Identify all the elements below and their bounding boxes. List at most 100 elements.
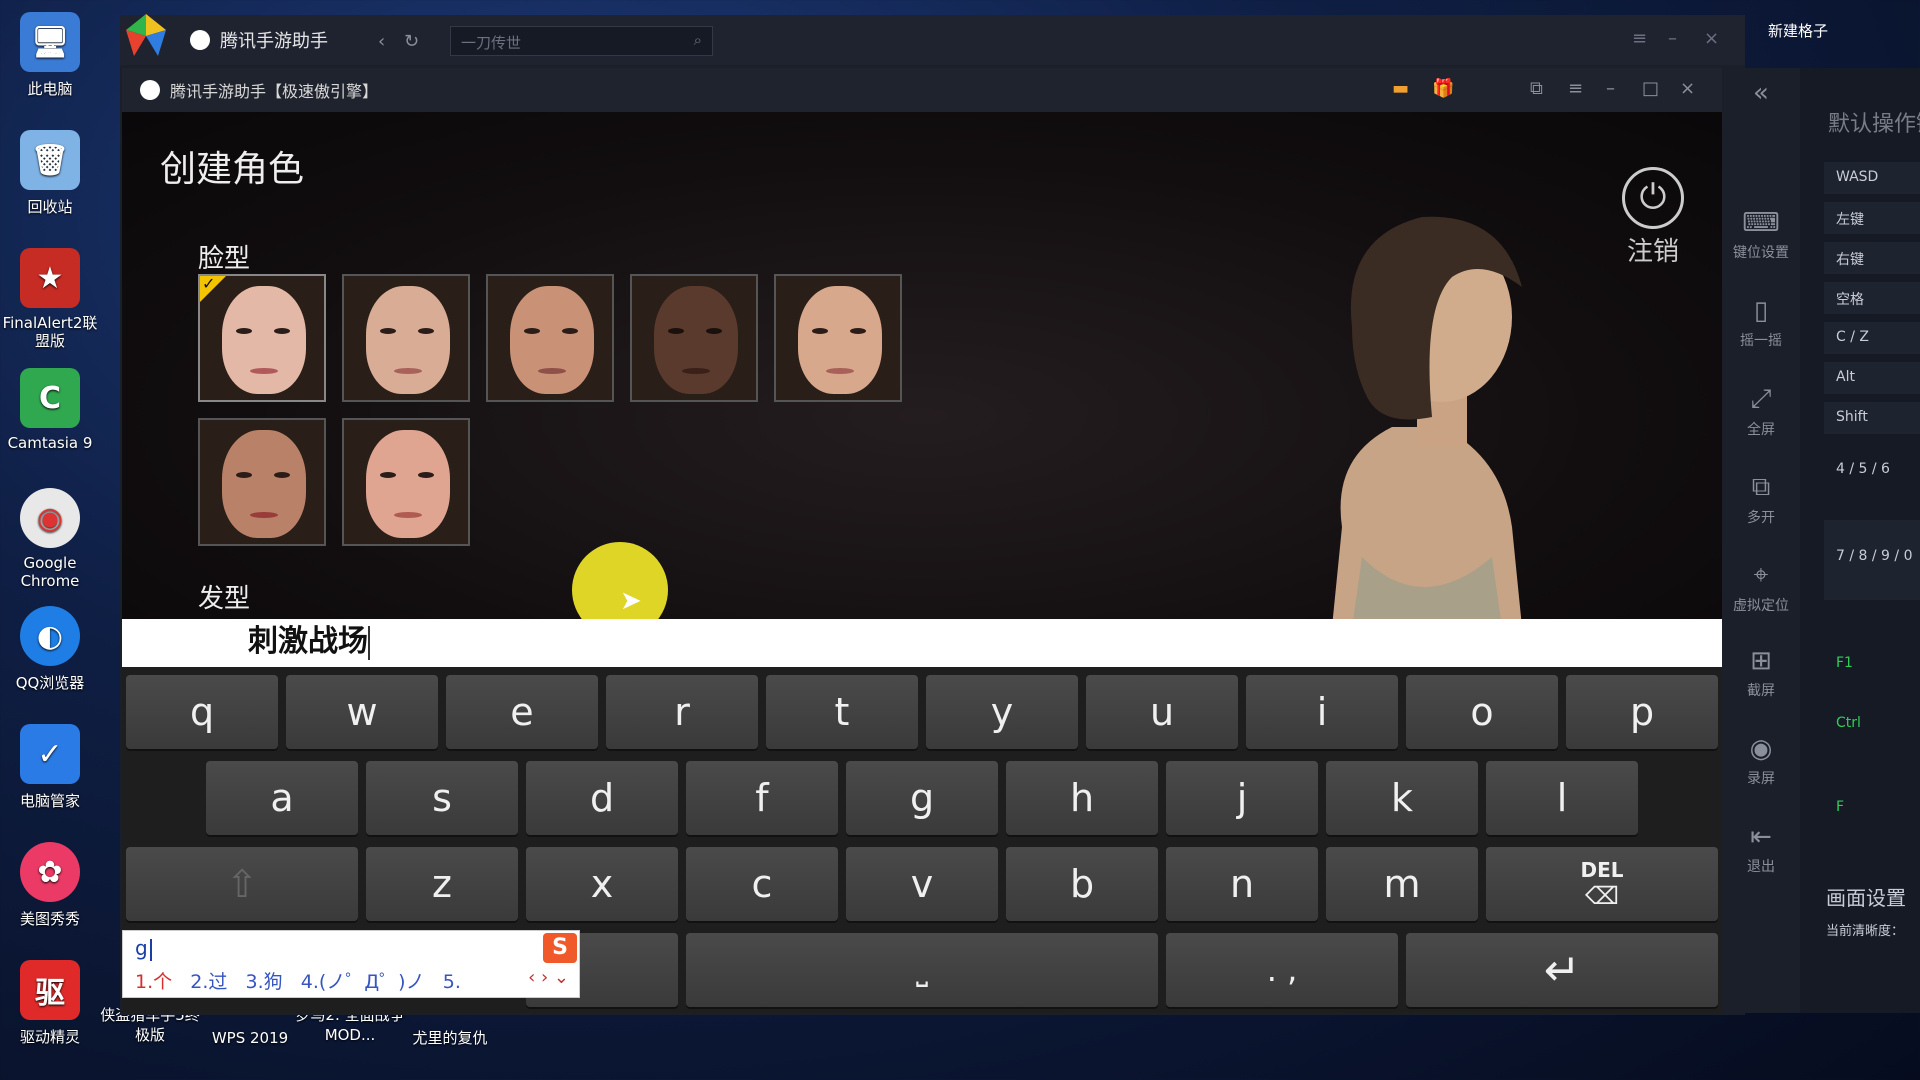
- toolbar-virtual-location[interactable]: ⌖ 虚拟定位: [1722, 560, 1800, 615]
- key-z[interactable]: z: [366, 847, 518, 921]
- desktop-icon-driver-genius[interactable]: 驱 驱动精灵: [0, 960, 100, 1047]
- shift-key[interactable]: ⇧: [126, 847, 358, 921]
- key-g[interactable]: g: [846, 761, 998, 835]
- keymap-c-z[interactable]: C / Z: [1824, 322, 1920, 354]
- close-icon[interactable]: ×: [1704, 28, 1719, 49]
- key-o[interactable]: o: [1406, 675, 1558, 749]
- desktop-icon-this-pc[interactable]: 🖥 此电脑: [0, 12, 100, 99]
- ime-candidate-1[interactable]: 1.个: [135, 971, 172, 993]
- gift-icon[interactable]: 🎁: [1432, 78, 1454, 99]
- ime-candidate-2[interactable]: 2.过: [190, 971, 227, 993]
- key-q[interactable]: q: [126, 675, 278, 749]
- maximize-icon[interactable]: □: [1642, 78, 1659, 99]
- key-d[interactable]: d: [526, 761, 678, 835]
- desktop-icon-camtasia[interactable]: C Camtasia 9: [0, 368, 100, 452]
- screen-settings-label: 画面设置: [1826, 886, 1906, 910]
- delete-key[interactable]: DEL ⌫: [1486, 847, 1718, 921]
- ime-pager[interactable]: ‹ › ⌄: [528, 967, 569, 988]
- key-y[interactable]: y: [926, 675, 1078, 749]
- key-r[interactable]: r: [606, 675, 758, 749]
- punctuation-key[interactable]: . ,: [1166, 933, 1398, 1007]
- key-j[interactable]: j: [1166, 761, 1318, 835]
- face-option-1[interactable]: ✓: [198, 274, 326, 402]
- key-m[interactable]: m: [1326, 847, 1478, 921]
- enter-key[interactable]: ↵: [1406, 933, 1718, 1007]
- face-option-2[interactable]: [342, 274, 470, 402]
- desktop-icon-chrome[interactable]: ◉ Google Chrome: [0, 488, 100, 590]
- key-s[interactable]: s: [366, 761, 518, 835]
- desktop-label-new-grid[interactable]: 新建格子: [1768, 20, 1828, 41]
- toolbar-fullscreen[interactable]: ⤢ 全屏: [1722, 384, 1800, 439]
- keymap-left-click[interactable]: 左键: [1824, 202, 1920, 234]
- ime-candidate-3[interactable]: 3.狗: [246, 971, 283, 993]
- key-w[interactable]: w: [286, 675, 438, 749]
- key-h[interactable]: h: [1006, 761, 1158, 835]
- keymap-7890[interactable]: 7 / 8 / 9 / 0: [1824, 520, 1920, 600]
- key-k[interactable]: k: [1326, 761, 1478, 835]
- keymap-f1[interactable]: F1: [1824, 648, 1920, 680]
- toolbar-screenshot[interactable]: ⊞ 截屏: [1722, 646, 1800, 700]
- key-t[interactable]: t: [766, 675, 918, 749]
- close-icon[interactable]: ×: [1680, 78, 1695, 99]
- search-input[interactable]: 一刀传世 ⌕: [450, 26, 713, 56]
- key-n[interactable]: n: [1166, 847, 1318, 921]
- toolbar-record[interactable]: ◉ 录屏: [1722, 734, 1800, 788]
- keymap-456[interactable]: 4 / 5 / 6: [1824, 454, 1920, 486]
- popout-icon[interactable]: ⧉: [1530, 78, 1543, 99]
- face-option-6[interactable]: [198, 418, 326, 546]
- toolbar-exit[interactable]: ⇤ 退出: [1722, 822, 1800, 876]
- search-icon[interactable]: ⌕: [694, 31, 702, 49]
- keymap-right-click[interactable]: 右键: [1824, 242, 1920, 274]
- menu-icon[interactable]: ≡: [1568, 78, 1583, 99]
- key-v[interactable]: v: [846, 847, 998, 921]
- desktop-icon-finalalert[interactable]: ★ FinalAlert2联盟版: [0, 248, 100, 350]
- face-option-7[interactable]: [342, 418, 470, 546]
- game-viewport[interactable]: 创建角色 脸型 ✓ 发型 ⏻ 注销 ➤: [122, 112, 1722, 619]
- toolbar-keymap-settings[interactable]: ⌨ 键位设置: [1722, 208, 1800, 262]
- ime-candidate-5[interactable]: 5.: [443, 971, 461, 993]
- toolbar-multi-instance[interactable]: ⧉ 多开: [1722, 472, 1800, 527]
- desktop-icon-recycle-bin[interactable]: 🗑 回收站: [0, 130, 100, 217]
- key-e[interactable]: e: [446, 675, 598, 749]
- face-option-4[interactable]: [630, 274, 758, 402]
- keymap-space[interactable]: 空格: [1824, 282, 1920, 314]
- face-eye: [524, 328, 540, 334]
- desktop-icon-wps[interactable]: WPS 2019: [195, 1028, 305, 1048]
- wallet-icon[interactable]: ▬: [1392, 78, 1409, 99]
- key-x[interactable]: x: [526, 847, 678, 921]
- minimize-icon[interactable]: –: [1606, 78, 1615, 99]
- keymap-shift[interactable]: Shift: [1824, 402, 1920, 434]
- key-f[interactable]: f: [686, 761, 838, 835]
- record-icon: ◉: [1749, 734, 1773, 764]
- collapse-toolbar-button[interactable]: «: [1722, 78, 1800, 112]
- keymap-alt[interactable]: Alt: [1824, 362, 1920, 394]
- key-a[interactable]: a: [206, 761, 358, 835]
- text-input-field[interactable]: 刺激战场: [122, 619, 1722, 667]
- desktop-icon-pc-manager[interactable]: ✓ 电脑管家: [0, 724, 100, 811]
- keymap-f[interactable]: F: [1824, 792, 1920, 824]
- space-key[interactable]: ⎵: [686, 933, 1158, 1007]
- logout-button[interactable]: ⏻ 注销: [1622, 167, 1684, 268]
- keymap-wasd[interactable]: WASD: [1824, 162, 1920, 194]
- exit-icon: ⇤: [1750, 822, 1772, 852]
- minimize-icon[interactable]: –: [1668, 28, 1677, 49]
- toolbar-shake[interactable]: ▯ 摇一摇: [1722, 296, 1800, 350]
- key-b[interactable]: b: [1006, 847, 1158, 921]
- key-l[interactable]: l: [1486, 761, 1638, 835]
- desktop-icon-qq-browser[interactable]: ◐ QQ浏览器: [0, 606, 100, 693]
- keymap-ctrl[interactable]: Ctrl: [1824, 708, 1920, 740]
- nav-refresh-button[interactable]: ↻: [404, 31, 419, 52]
- face-eye: [236, 472, 252, 478]
- key-i[interactable]: i: [1246, 675, 1398, 749]
- ime-candidate-4[interactable]: 4.(ノ゜Д゜)ノ: [301, 971, 425, 993]
- key-p[interactable]: p: [1566, 675, 1718, 749]
- face-option-5[interactable]: [774, 274, 902, 402]
- nav-back-button[interactable]: ‹: [378, 31, 385, 52]
- key-c[interactable]: c: [686, 847, 838, 921]
- face-option-3[interactable]: [486, 274, 614, 402]
- key-u[interactable]: u: [1086, 675, 1238, 749]
- desktop-icon-yuri[interactable]: 尤里的复仇: [395, 1028, 505, 1048]
- desktop-icon-meitu[interactable]: ✿ 美图秀秀: [0, 842, 100, 929]
- keymap-title: 默认操作键: [1828, 112, 1920, 137]
- menu-icon[interactable]: ≡: [1632, 28, 1647, 49]
